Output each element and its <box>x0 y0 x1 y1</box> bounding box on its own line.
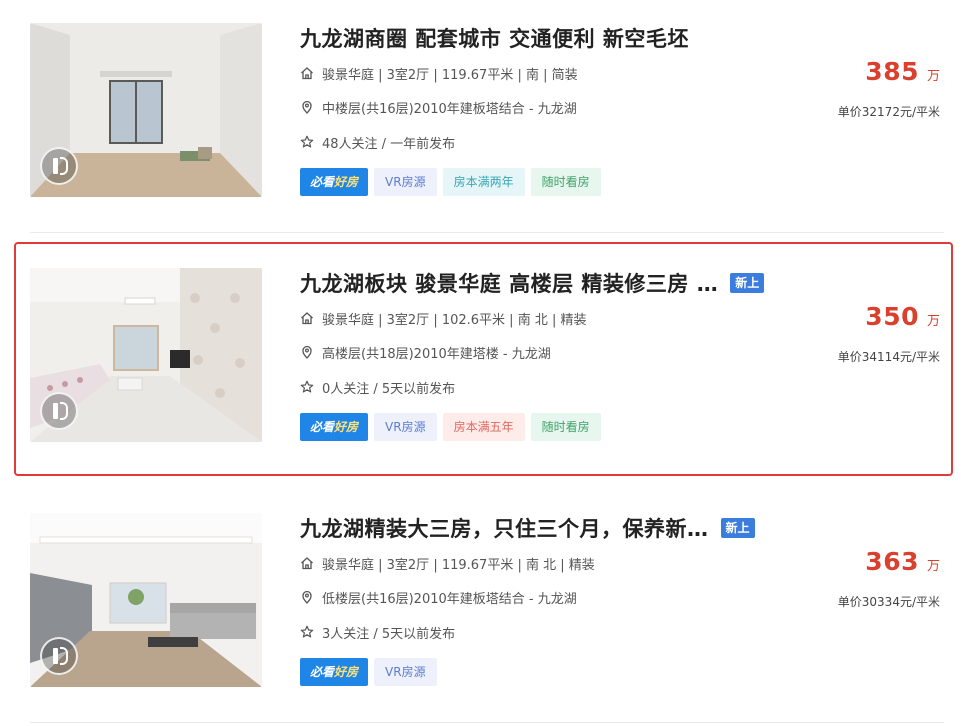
total-price: 385 万 <box>865 57 940 91</box>
follow-info-text: 48人关注 / 一年前发布 <box>322 136 456 152</box>
follow-info: 3人关注 / 5天以前发布 <box>300 621 455 643</box>
price-value: 350 <box>865 302 919 331</box>
divider <box>30 722 944 723</box>
unit-price: 单价32172元/平米 <box>837 105 940 119</box>
house-info-text: 骏景华庭 | 3室2厅 | 102.6平米 | 南 北 | 精装 <box>322 312 587 328</box>
tag-must-see[interactable]: 必看好房 <box>300 168 369 196</box>
price-unit: 万 <box>926 69 940 84</box>
tag-vr[interactable]: VR房源 <box>374 413 437 441</box>
listing-photo[interactable] <box>30 513 262 687</box>
star-icon <box>300 625 314 638</box>
listing-card[interactable]: 九龙湖精装大三房，只住三个月，保养新… 新上 骏景华庭 | 3室2厅 | 119… <box>0 513 974 713</box>
price-unit: 万 <box>926 314 940 329</box>
house-info: 骏景华庭 | 3室2厅 | 102.6平米 | 南 北 | 精装 <box>300 307 586 329</box>
tag-must-see[interactable]: 必看好房 <box>300 658 369 686</box>
tag-visit-anytime[interactable]: 随时看房 <box>530 413 601 441</box>
position-info: 高楼层(共18层)2010年建塔楼 - 九龙湖 <box>300 341 551 363</box>
listing-title[interactable]: 九龙湖板块 骏景华庭 高楼层 精装修三房 … <box>300 268 718 298</box>
listing-card[interactable]: 九龙湖板块 骏景华庭 高楼层 精装修三房 … 新上 骏景华庭 | 3室2厅 | … <box>0 268 974 468</box>
divider <box>30 232 944 233</box>
listing-card[interactable]: 九龙湖商圈 配套城市 交通便利 新空毛坯 骏景华庭 | 3室2厅 | 119.6… <box>0 23 974 223</box>
star-icon <box>300 380 314 393</box>
house-icon <box>301 67 313 80</box>
tag-vr[interactable]: VR房源 <box>374 168 437 196</box>
tag-list: 必看好房 VR房源 房本满两年 随时看房 <box>300 168 601 196</box>
tag-list: 必看好房 VR房源 房本满五年 随时看房 <box>300 413 601 441</box>
follow-info-text: 0人关注 / 5天以前发布 <box>322 381 456 397</box>
listing-title[interactable]: 九龙湖商圈 配套城市 交通便利 新空毛坯 <box>300 23 689 53</box>
listing-photo[interactable] <box>30 23 262 197</box>
house-icon <box>301 557 313 570</box>
vr-tour-icon <box>40 392 78 430</box>
follow-info: 48人关注 / 一年前发布 <box>300 131 455 153</box>
follow-info-text: 3人关注 / 5天以前发布 <box>322 626 456 642</box>
house-info: 骏景华庭 | 3室2厅 | 119.67平米 | 南 | 简装 <box>300 62 578 84</box>
new-badge: 新上 <box>720 518 755 538</box>
total-price: 363 万 <box>865 547 940 581</box>
follow-info: 0人关注 / 5天以前发布 <box>300 376 455 398</box>
tag-visit-anytime[interactable]: 随时看房 <box>530 168 601 196</box>
price-value: 363 <box>865 547 919 576</box>
location-pin-icon <box>302 590 312 604</box>
location-pin-icon <box>302 100 312 114</box>
vr-tour-icon <box>40 637 78 675</box>
unit-price: 单价30334元/平米 <box>837 595 940 609</box>
price-value: 385 <box>865 57 919 86</box>
tag-vr[interactable]: VR房源 <box>374 658 437 686</box>
position-info-text: 低楼层(共16层)2010年建板塔结合 - 九龙湖 <box>322 591 577 607</box>
total-price: 350 万 <box>865 302 940 336</box>
location-pin-icon <box>302 345 312 359</box>
new-badge: 新上 <box>730 273 765 293</box>
price-unit: 万 <box>926 559 940 574</box>
position-info-text: 中楼层(共16层)2010年建板塔结合 - 九龙湖 <box>322 101 577 117</box>
house-info: 骏景华庭 | 3室2厅 | 119.67平米 | 南 北 | 精装 <box>300 552 595 574</box>
tag-list: 必看好房 VR房源 <box>300 658 437 686</box>
tag-must-see[interactable]: 必看好房 <box>300 413 369 441</box>
house-info-text: 骏景华庭 | 3室2厅 | 119.67平米 | 南 | 简装 <box>322 67 578 83</box>
listing-title[interactable]: 九龙湖精装大三房，只住三个月，保养新… <box>300 513 709 543</box>
tag-tax-years[interactable]: 房本满两年 <box>442 168 525 196</box>
house-icon <box>301 312 313 325</box>
vr-tour-icon <box>40 147 78 185</box>
position-info: 低楼层(共16层)2010年建板塔结合 - 九龙湖 <box>300 586 577 608</box>
position-info-text: 高楼层(共18层)2010年建塔楼 - 九龙湖 <box>322 346 551 362</box>
position-info: 中楼层(共16层)2010年建板塔结合 - 九龙湖 <box>300 96 577 118</box>
house-info-text: 骏景华庭 | 3室2厅 | 119.67平米 | 南 北 | 精装 <box>322 557 595 573</box>
tag-tax-years[interactable]: 房本满五年 <box>442 413 525 441</box>
listing-photo[interactable] <box>30 268 262 442</box>
star-icon <box>300 135 314 148</box>
unit-price: 单价34114元/平米 <box>837 350 940 364</box>
